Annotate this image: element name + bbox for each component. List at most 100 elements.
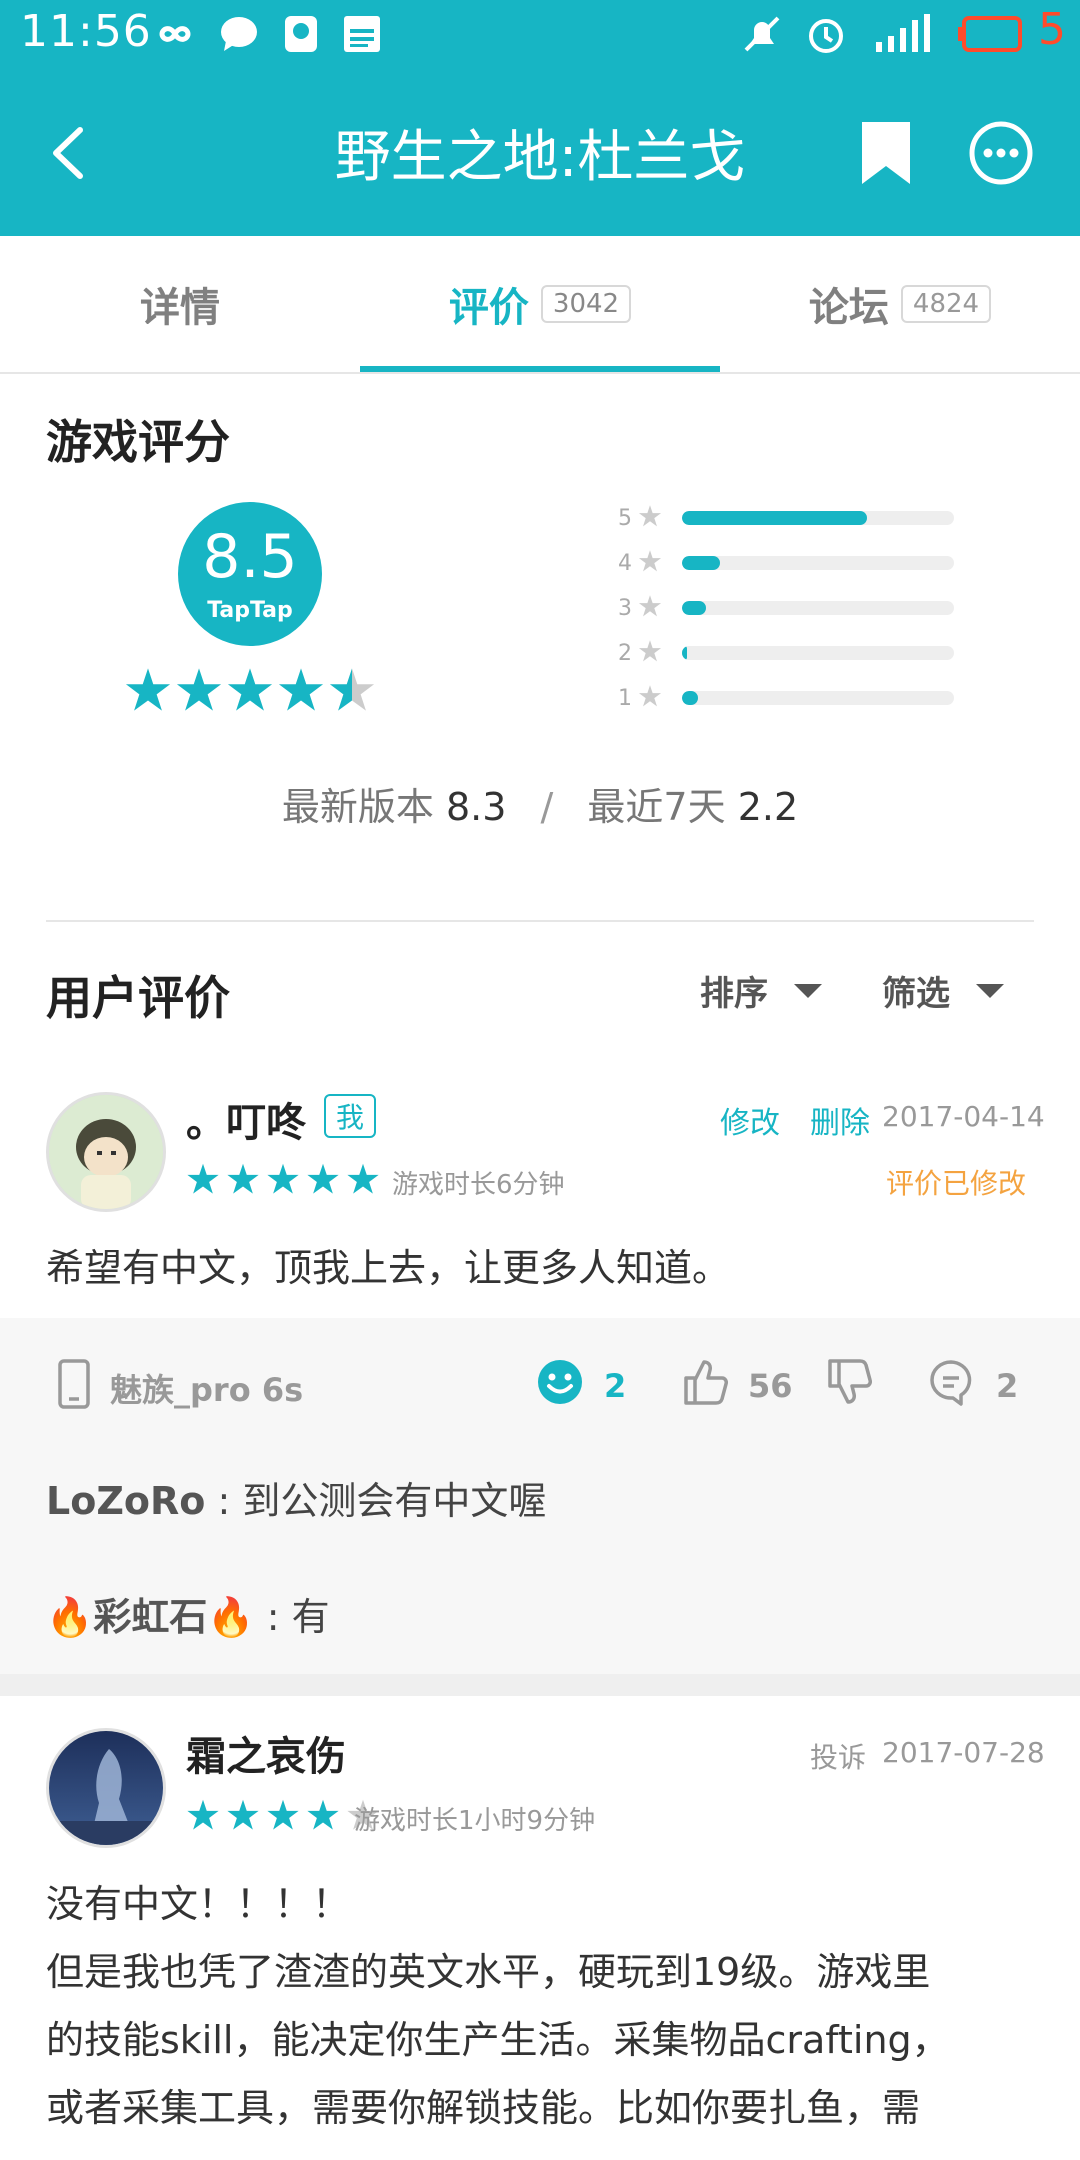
score-badge: 8.5 TapTap <box>178 502 322 646</box>
review-text-line: 的技能skill，能决定你生产生活。采集物品crafting， <box>46 2018 950 2062</box>
rating-bar-row: 5 <box>612 500 954 536</box>
brand-label: TapTap <box>207 598 293 623</box>
delete-review-link[interactable]: 删除 <box>810 1098 870 1142</box>
funny-count: 2 <box>604 1367 627 1405</box>
latest-version-label: 最新版本 <box>281 785 434 829</box>
review-text-line: 但是我也凭了渣渣的英文水平，硬玩到19级。游戏里 <box>46 1950 931 1994</box>
tab-label: 评价 <box>448 285 529 331</box>
avatar[interactable] <box>46 1092 166 1212</box>
battery-icon <box>956 10 1026 58</box>
chevron-down-icon <box>976 983 1004 998</box>
latest-version-score: 8.3 <box>445 785 507 829</box>
chat-icon <box>218 10 260 58</box>
reply-item[interactable]: 🔥彩虹石🔥 : 有 <box>46 1586 330 1641</box>
recent-label: 最近7天 <box>587 785 726 829</box>
star-icon <box>632 594 668 622</box>
thumb-up-icon <box>682 1358 728 1414</box>
tab-forum[interactable]: 论坛 4824 <box>720 236 1080 372</box>
rating-bar-fill <box>682 646 688 660</box>
star-icon <box>175 666 223 718</box>
mute-bell-icon <box>740 10 784 58</box>
reply-item[interactable]: LoZoRo : 到公测会有中文喔 <box>46 1470 546 1525</box>
reply-text: : 到公测会有中文喔 <box>205 1479 547 1523</box>
avatar[interactable] <box>46 1728 166 1848</box>
status-time: 11:56 <box>20 6 152 57</box>
star-icon <box>346 1162 380 1200</box>
rating-bar-track <box>682 511 954 525</box>
comment-button[interactable]: 2 <box>928 1358 1018 1414</box>
page-title: 野生之地:杜兰戈 <box>334 125 746 190</box>
filter-button[interactable]: 筛选 <box>882 966 1004 1015</box>
review-username[interactable]: 。叮咚 <box>186 1090 306 1148</box>
rating-bar-row: 4 <box>612 545 954 581</box>
me-badge: 我 <box>324 1094 377 1138</box>
like-count: 56 <box>748 1367 793 1405</box>
rating-bar-fill <box>682 691 699 705</box>
review-stars <box>186 1162 386 1200</box>
funny-button[interactable]: 2 <box>536 1358 626 1414</box>
star-icon <box>124 666 172 718</box>
star-icon <box>266 1798 300 1836</box>
star-icon <box>226 666 274 718</box>
bookmark-icon[interactable] <box>858 118 914 188</box>
review-username[interactable]: 霜之哀伤 <box>186 1724 346 1782</box>
device-info: 魅族_pro 6s <box>56 1358 303 1418</box>
news-icon <box>342 10 382 58</box>
rating-bar-label: 4 <box>618 550 632 576</box>
review-text: 没有中文！！！！ 但是我也凭了渣渣的英文水平，硬玩到19级。游戏里 的技能ski… <box>46 1870 1036 2142</box>
alarm-icon <box>804 10 848 58</box>
review-text-line: 没有中文！！！！ <box>46 1882 351 1926</box>
comment-icon <box>928 1358 974 1414</box>
rating-bar-row: 3 <box>612 590 954 626</box>
review-text: 希望有中文，顶我上去，让更多人知道。 <box>46 1246 731 1290</box>
rating-bar-fill <box>682 601 707 615</box>
star-icon <box>266 1162 300 1200</box>
tab-bar: 详情 评价 3042 论坛 4824 <box>0 236 1080 374</box>
star-icon <box>632 639 668 667</box>
filter-label: 筛选 <box>882 974 950 1014</box>
divider <box>46 920 1034 922</box>
review-date: 2017-04-14 <box>882 1100 1045 1133</box>
report-link[interactable]: 投诉 <box>810 1736 866 1776</box>
thumb-down-icon <box>826 1358 872 1414</box>
rating-bar-label: 2 <box>618 640 632 666</box>
app-header: 野生之地:杜兰戈 <box>0 70 1080 236</box>
star-icon <box>277 666 325 718</box>
user-reviews-title: 用户评价 <box>46 971 230 1025</box>
sort-button[interactable]: 排序 <box>700 966 822 1015</box>
tab-label: 论坛 <box>808 285 889 331</box>
rating-bar-track <box>682 691 954 705</box>
review-date: 2017-07-28 <box>882 1736 1045 1769</box>
dislike-button[interactable] <box>826 1358 872 1414</box>
star-icon <box>226 1162 260 1200</box>
review-footer: 魅族_pro 6s 2 56 2 LoZoRo : 到公测会有中文喔 🔥彩虹石🔥… <box>0 1318 1080 1674</box>
review-playtime: 游戏时长6分钟 <box>392 1170 565 1200</box>
star-icon <box>632 549 668 577</box>
rating-bar-row: 2 <box>612 635 954 671</box>
review-playtime: 游戏时长1小时9分钟 <box>354 1806 596 1836</box>
tab-details[interactable]: 详情 <box>0 236 360 372</box>
rating-bar-label: 1 <box>618 685 632 711</box>
rating-bar-fill <box>682 511 867 525</box>
star-icon <box>328 666 376 718</box>
recent-score: 2.2 <box>737 785 799 829</box>
reply-user: LoZoRo <box>46 1479 206 1523</box>
reply-text: : 有 <box>254 1595 330 1639</box>
version-scores: 最新版本 8.3 / 最近7天 2.2 <box>0 776 1080 831</box>
rating-bar-row: 1 <box>612 680 954 716</box>
edit-review-link[interactable]: 修改 <box>720 1098 780 1142</box>
review-text-line: 或者采集工具，需要你解锁技能。比如你要扎鱼，需 <box>46 2086 921 2130</box>
more-icon[interactable] <box>968 120 1034 186</box>
rating-bar-label: 3 <box>618 595 632 621</box>
star-icon <box>632 504 668 532</box>
sort-label: 排序 <box>700 974 768 1014</box>
battery-level: 5 <box>1038 4 1066 55</box>
infinity-icon <box>150 10 200 58</box>
tab-label: 详情 <box>140 285 220 331</box>
active-tab-indicator <box>360 366 720 372</box>
like-button[interactable]: 56 <box>682 1358 793 1414</box>
modified-note: 评价已修改 <box>886 1167 1027 1200</box>
star-icon <box>306 1162 340 1200</box>
tab-reviews[interactable]: 评价 3042 <box>360 236 720 372</box>
rating-bar-track <box>682 601 954 615</box>
